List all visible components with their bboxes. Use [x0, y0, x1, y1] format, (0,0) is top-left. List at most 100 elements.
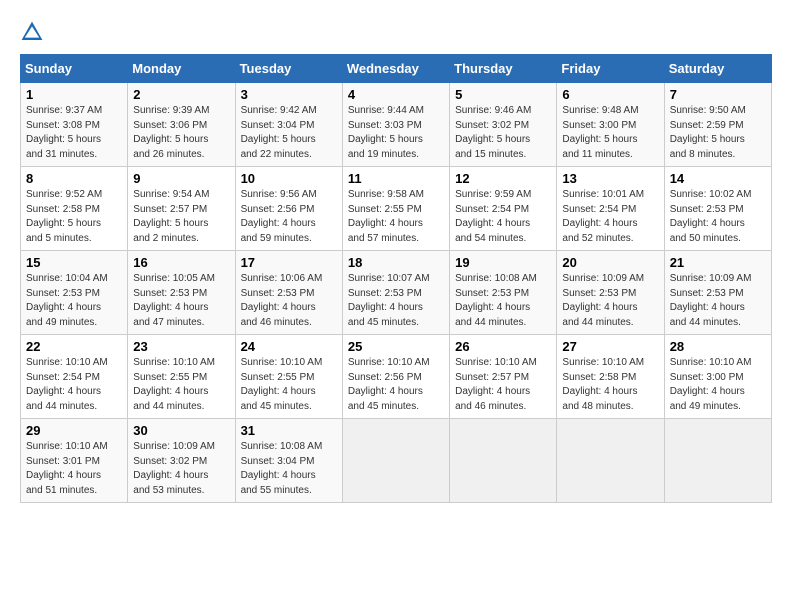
calendar-cell: 21 Sunrise: 10:09 AMSunset: 2:53 PMDaylig…: [664, 251, 771, 335]
header-monday: Monday: [128, 55, 235, 83]
calendar-cell: 25 Sunrise: 10:10 AMSunset: 2:56 PMDaylig…: [342, 335, 449, 419]
day-number: 8: [26, 171, 122, 186]
calendar-cell: 9 Sunrise: 9:54 AMSunset: 2:57 PMDaylight…: [128, 167, 235, 251]
calendar-cell: 28 Sunrise: 10:10 AMSunset: 3:00 PMDaylig…: [664, 335, 771, 419]
page-header: [20, 20, 772, 44]
day-number: 25: [348, 339, 444, 354]
day-number: 21: [670, 255, 766, 270]
calendar-cell: 30 Sunrise: 10:09 AMSunset: 3:02 PMDaylig…: [128, 419, 235, 503]
calendar-cell: 16 Sunrise: 10:05 AMSunset: 2:53 PMDaylig…: [128, 251, 235, 335]
calendar-cell: 1 Sunrise: 9:37 AMSunset: 3:08 PMDaylight…: [21, 83, 128, 167]
calendar-cell: 15 Sunrise: 10:04 AMSunset: 2:53 PMDaylig…: [21, 251, 128, 335]
calendar-cell: [664, 419, 771, 503]
calendar-header-row: SundayMondayTuesdayWednesdayThursdayFrid…: [21, 55, 772, 83]
day-number: 12: [455, 171, 551, 186]
day-number: 30: [133, 423, 229, 438]
calendar-cell: [342, 419, 449, 503]
cell-content: Sunrise: 9:56 AMSunset: 2:56 PMDaylight:…: [241, 188, 337, 246]
calendar-cell: [450, 419, 557, 503]
cell-content: Sunrise: 9:52 AMSunset: 2:58 PMDaylight:…: [26, 188, 122, 246]
day-number: 23: [133, 339, 229, 354]
calendar-cell: 3Sunrise: 9:42 AMSunset: 3:04 PMDaylight…: [235, 83, 342, 167]
calendar-cell: 2 Sunrise: 9:39 AMSunset: 3:06 PMDaylight…: [128, 83, 235, 167]
calendar-cell: 27 Sunrise: 10:10 AMSunset: 2:58 PMDaylig…: [557, 335, 664, 419]
cell-content: Sunrise: 10:10 AMSunset: 2:55 PMDaylight…: [133, 356, 229, 414]
day-number: 7: [670, 87, 766, 102]
day-number: 5: [455, 87, 551, 102]
calendar-cell: 12 Sunrise: 9:59 AMSunset: 2:54 PMDayligh…: [450, 167, 557, 251]
cell-content: Sunrise: 10:04 AMSunset: 2:53 PMDaylight…: [26, 272, 122, 330]
day-number: 10: [241, 171, 337, 186]
week-row-4: 22 Sunrise: 10:10 AMSunset: 2:54 PMDaylig…: [21, 335, 772, 419]
cell-content: Sunrise: 10:09 AMSunset: 2:53 PMDaylight…: [670, 272, 766, 330]
calendar-cell: 29 Sunrise: 10:10 AMSunset: 3:01 PMDaylig…: [21, 419, 128, 503]
week-row-3: 15 Sunrise: 10:04 AMSunset: 2:53 PMDaylig…: [21, 251, 772, 335]
day-number: 11: [348, 171, 444, 186]
day-number: 27: [562, 339, 658, 354]
cell-content: Sunrise: 9:46 AMSunset: 3:02 PMDaylight:…: [455, 104, 551, 162]
day-number: 29: [26, 423, 122, 438]
logo-icon: [20, 20, 44, 44]
day-number: 16: [133, 255, 229, 270]
cell-content: Sunrise: 9:44 AMSunset: 3:03 PMDaylight:…: [348, 104, 444, 162]
calendar-cell: 8 Sunrise: 9:52 AMSunset: 2:58 PMDaylight…: [21, 167, 128, 251]
cell-content: Sunrise: 9:54 AMSunset: 2:57 PMDaylight:…: [133, 188, 229, 246]
header-saturday: Saturday: [664, 55, 771, 83]
calendar-cell: 24 Sunrise: 10:10 AMSunset: 2:55 PMDaylig…: [235, 335, 342, 419]
day-number: 15: [26, 255, 122, 270]
cell-content: Sunrise: 10:05 AMSunset: 2:53 PMDaylight…: [133, 272, 229, 330]
day-number: 31: [241, 423, 337, 438]
calendar-cell: 20Sunrise: 10:09 AMSunset: 2:53 PMDaylig…: [557, 251, 664, 335]
cell-content: Sunrise: 10:10 AMSunset: 2:57 PMDaylight…: [455, 356, 551, 414]
cell-content: Sunrise: 10:10 AMSunset: 3:01 PMDaylight…: [26, 440, 122, 498]
day-number: 4: [348, 87, 444, 102]
calendar-cell: 23 Sunrise: 10:10 AMSunset: 2:55 PMDaylig…: [128, 335, 235, 419]
day-number: 2: [133, 87, 229, 102]
cell-content: Sunrise: 10:09 AMSunset: 3:02 PMDaylight…: [133, 440, 229, 498]
cell-content: Sunrise: 9:39 AMSunset: 3:06 PMDaylight:…: [133, 104, 229, 162]
calendar-cell: 31Sunrise: 10:08 AMSunset: 3:04 PMDaylig…: [235, 419, 342, 503]
cell-content: Sunrise: 10:08 AMSunset: 2:53 PMDaylight…: [455, 272, 551, 330]
calendar-cell: 4 Sunrise: 9:44 AMSunset: 3:03 PMDaylight…: [342, 83, 449, 167]
calendar-cell: 5 Sunrise: 9:46 AMSunset: 3:02 PMDaylight…: [450, 83, 557, 167]
cell-content: Sunrise: 10:10 AMSunset: 3:00 PMDaylight…: [670, 356, 766, 414]
week-row-2: 8 Sunrise: 9:52 AMSunset: 2:58 PMDaylight…: [21, 167, 772, 251]
day-number: 6: [562, 87, 658, 102]
cell-content: Sunrise: 10:10 AMSunset: 2:56 PMDaylight…: [348, 356, 444, 414]
day-number: 22: [26, 339, 122, 354]
day-number: 28: [670, 339, 766, 354]
header-thursday: Thursday: [450, 55, 557, 83]
week-row-5: 29 Sunrise: 10:10 AMSunset: 3:01 PMDaylig…: [21, 419, 772, 503]
header-tuesday: Tuesday: [235, 55, 342, 83]
logo: [20, 20, 48, 44]
cell-content: Sunrise: 9:58 AMSunset: 2:55 PMDaylight:…: [348, 188, 444, 246]
header-friday: Friday: [557, 55, 664, 83]
calendar-cell: 10 Sunrise: 9:56 AMSunset: 2:56 PMDayligh…: [235, 167, 342, 251]
calendar-cell: 17 Sunrise: 10:06 AMSunset: 2:53 PMDaylig…: [235, 251, 342, 335]
day-number: 26: [455, 339, 551, 354]
calendar-table: SundayMondayTuesdayWednesdayThursdayFrid…: [20, 54, 772, 503]
day-number: 1: [26, 87, 122, 102]
day-number: 17: [241, 255, 337, 270]
cell-content: Sunrise: 10:09 AMSunset: 2:53 PMDaylight…: [562, 272, 658, 330]
cell-content: Sunrise: 10:10 AMSunset: 2:54 PMDaylight…: [26, 356, 122, 414]
calendar-cell: [557, 419, 664, 503]
cell-content: Sunrise: 9:48 AMSunset: 3:00 PMDaylight:…: [562, 104, 658, 162]
week-row-1: 1 Sunrise: 9:37 AMSunset: 3:08 PMDaylight…: [21, 83, 772, 167]
cell-content: Sunrise: 9:42 AMSunset: 3:04 PMDaylight:…: [241, 104, 337, 162]
cell-content: Sunrise: 9:59 AMSunset: 2:54 PMDaylight:…: [455, 188, 551, 246]
day-number: 24: [241, 339, 337, 354]
calendar-cell: 7Sunrise: 9:50 AMSunset: 2:59 PMDaylight…: [664, 83, 771, 167]
day-number: 14: [670, 171, 766, 186]
cell-content: Sunrise: 10:07 AMSunset: 2:53 PMDaylight…: [348, 272, 444, 330]
cell-content: Sunrise: 10:10 AMSunset: 2:55 PMDaylight…: [241, 356, 337, 414]
calendar-cell: 22 Sunrise: 10:10 AMSunset: 2:54 PMDaylig…: [21, 335, 128, 419]
cell-content: Sunrise: 10:06 AMSunset: 2:53 PMDaylight…: [241, 272, 337, 330]
calendar-cell: 26 Sunrise: 10:10 AMSunset: 2:57 PMDaylig…: [450, 335, 557, 419]
day-number: 9: [133, 171, 229, 186]
cell-content: Sunrise: 10:10 AMSunset: 2:58 PMDaylight…: [562, 356, 658, 414]
cell-content: Sunrise: 9:37 AMSunset: 3:08 PMDaylight:…: [26, 104, 122, 162]
calendar-cell: 11 Sunrise: 9:58 AMSunset: 2:55 PMDayligh…: [342, 167, 449, 251]
calendar-cell: 6 Sunrise: 9:48 AMSunset: 3:00 PMDaylight…: [557, 83, 664, 167]
header-wednesday: Wednesday: [342, 55, 449, 83]
